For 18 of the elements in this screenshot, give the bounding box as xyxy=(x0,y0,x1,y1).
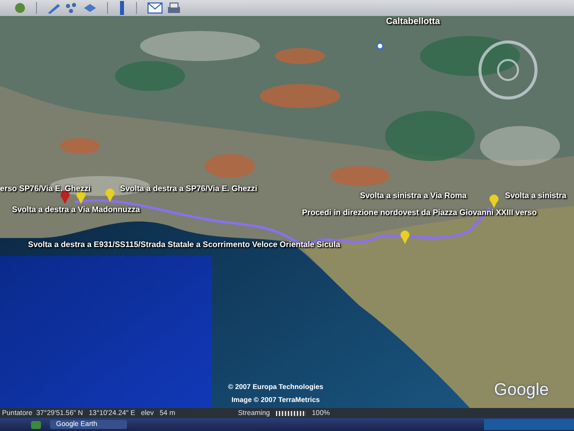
start-icon[interactable] xyxy=(30,420,42,430)
dots-icon[interactable] xyxy=(65,2,79,14)
start-marker-icon[interactable] xyxy=(60,190,70,204)
direction-label: Svolta a destra a SP76/Via E. Ghezzi xyxy=(120,184,258,193)
direction-label: Svolta a destra a Via Madonnuzza xyxy=(12,205,140,214)
direction-label: erso SP76/Via E. Ghezzi xyxy=(0,184,91,193)
logo-text: Google xyxy=(494,380,549,400)
layers-icon[interactable] xyxy=(83,2,97,14)
navigation-control-icon[interactable] xyxy=(476,38,540,102)
mail-icon[interactable] xyxy=(147,2,163,14)
place-dot-icon xyxy=(376,42,384,50)
pencil-icon[interactable] xyxy=(47,2,61,14)
direction-label: Svolta a sinistra a Via Roma xyxy=(360,191,467,200)
place-label: Caltabellotta xyxy=(386,16,440,26)
direction-label: Svolta a sinistra xyxy=(505,191,566,200)
direction-label: Svolta a destra a E931/SS115/Strada Statale a Scorrimento Veloce Orientale Sicula xyxy=(28,240,340,249)
printer-icon[interactable] xyxy=(167,2,181,14)
ruler-icon[interactable] xyxy=(118,1,126,15)
